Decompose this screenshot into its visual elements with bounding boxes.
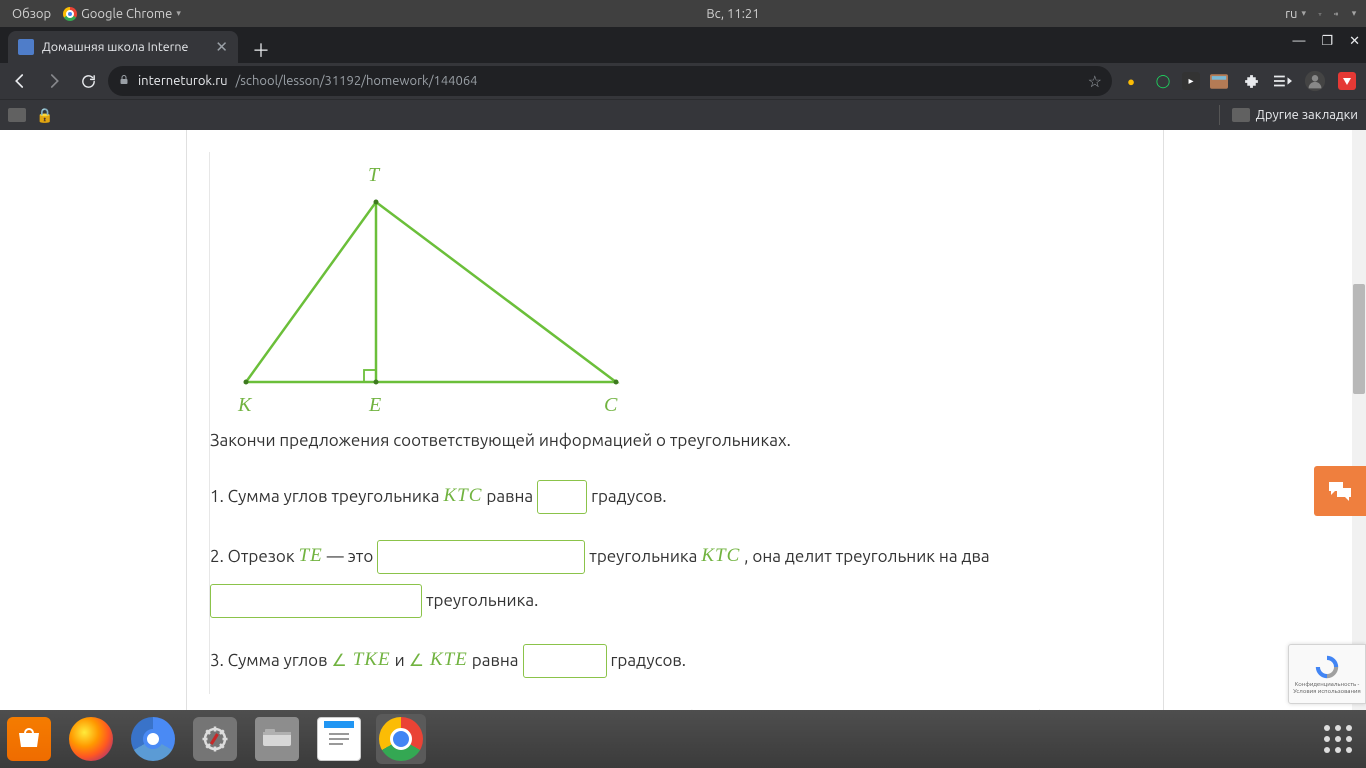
overview-button[interactable]: Обзор <box>6 0 57 27</box>
question-2: 2. Отрезок TE — это треугольника KTC, он… <box>210 540 1139 574</box>
dock-software-center[interactable] <box>4 714 54 764</box>
vertex-label-e: E <box>369 390 381 420</box>
other-bookmarks-folder-icon <box>1232 108 1250 122</box>
star-icon[interactable]: ☆ <box>1088 72 1102 91</box>
url-host: interneturok.ru <box>138 74 228 88</box>
question-2b: треугольника. <box>210 584 1139 618</box>
system-top-panel: Обзор Google Chrome▾ Вс, 11:21 ru▾ ▾ <box>0 0 1366 27</box>
url-path: /school/lesson/31192/homework/144064 <box>236 74 478 88</box>
address-bar[interactable]: interneturok.ru/school/lesson/31192/home… <box>108 66 1112 96</box>
close-window-button[interactable]: ✕ <box>1349 34 1360 49</box>
chrome-icon <box>63 7 77 21</box>
ext-icon-1[interactable]: ● <box>1118 68 1144 94</box>
angle-icon: ∠ <box>409 648 424 674</box>
bookmark-folder-icon[interactable] <box>8 108 26 122</box>
dock-chromium[interactable] <box>128 714 178 764</box>
lock-icon <box>118 74 130 89</box>
minimize-button[interactable]: — <box>1292 34 1305 49</box>
extensions-button[interactable] <box>1238 68 1264 94</box>
q2-input-1[interactable] <box>377 540 585 574</box>
bookmark-lock-icon[interactable]: 🔒 <box>36 107 53 124</box>
dock-chrome[interactable] <box>376 714 426 764</box>
vertex-label-k: K <box>238 390 251 420</box>
question-3: 3. Сумма углов ∠TKE и ∠KTE равна градусо… <box>210 644 1139 678</box>
page-viewport: T K E C Закончи предложения соответствую… <box>0 130 1366 710</box>
chat-button[interactable] <box>1314 466 1366 516</box>
bookmarks-bar: 🔒 Другие закладки <box>0 99 1366 130</box>
network-icon[interactable] <box>1312 0 1328 27</box>
angle-icon: ∠ <box>332 648 347 674</box>
media-control-icon[interactable] <box>1270 68 1296 94</box>
ext-icon-3[interactable]: ▸ <box>1182 72 1200 90</box>
keyboard-layout[interactable]: ru▾ <box>1279 0 1312 27</box>
ext-icon-2[interactable]: ◯ <box>1150 68 1176 94</box>
show-applications-button[interactable] <box>1324 725 1352 753</box>
ext-badge-icon[interactable] <box>1334 68 1360 94</box>
reload-button[interactable] <box>74 67 102 95</box>
volume-icon[interactable] <box>1328 0 1344 27</box>
profile-avatar[interactable] <box>1302 68 1328 94</box>
forward-button[interactable] <box>40 67 68 95</box>
q1-input[interactable] <box>537 480 587 514</box>
dock-settings[interactable] <box>190 714 240 764</box>
dock-files[interactable] <box>252 714 302 764</box>
other-bookmarks-label[interactable]: Другие закладки <box>1256 108 1358 122</box>
scrollbar-thumb[interactable] <box>1353 284 1365 394</box>
question-1: 1. Сумма углов треугольника KTC равна гр… <box>210 480 1139 514</box>
browser-tab[interactable]: Домашняя школа Interne ✕ <box>8 31 238 63</box>
ext-icon-4[interactable] <box>1206 68 1232 94</box>
back-button[interactable] <box>6 67 34 95</box>
active-app-menu[interactable]: Google Chrome▾ <box>57 0 187 27</box>
content-card: T K E C Закончи предложения соответствую… <box>186 130 1164 710</box>
triangle-figure: T K E C <box>216 152 636 412</box>
tab-close-button[interactable]: ✕ <box>215 38 228 56</box>
instruction-text: Закончи предложения соответствующей инфо… <box>210 428 1139 454</box>
vertex-label-c: C <box>604 390 617 420</box>
browser-toolbar: interneturok.ru/school/lesson/31192/home… <box>0 63 1366 99</box>
q3-input[interactable] <box>523 644 607 678</box>
vertical-scrollbar[interactable] <box>1352 130 1366 710</box>
dock-firefox[interactable] <box>66 714 116 764</box>
new-tab-button[interactable]: ＋ <box>238 37 284 63</box>
battery-icon[interactable]: ▾ <box>1344 0 1360 27</box>
browser-tab-strip: Домашняя школа Interne ✕ ＋ — ❐ ✕ <box>0 27 1366 63</box>
window-controls: — ❐ ✕ <box>1292 34 1360 49</box>
recaptcha-badge[interactable]: Конфиденциальность - Условия использован… <box>1288 644 1366 704</box>
clock[interactable]: Вс, 11:21 <box>700 0 765 27</box>
restore-button[interactable]: ❐ <box>1321 34 1333 49</box>
q2-input-2[interactable] <box>210 584 422 618</box>
dock <box>0 710 1366 768</box>
dock-writer[interactable] <box>314 714 364 764</box>
tab-title: Домашняя школа Interne <box>42 40 188 54</box>
favicon-icon <box>18 39 34 55</box>
vertex-label-t: T <box>368 160 379 190</box>
